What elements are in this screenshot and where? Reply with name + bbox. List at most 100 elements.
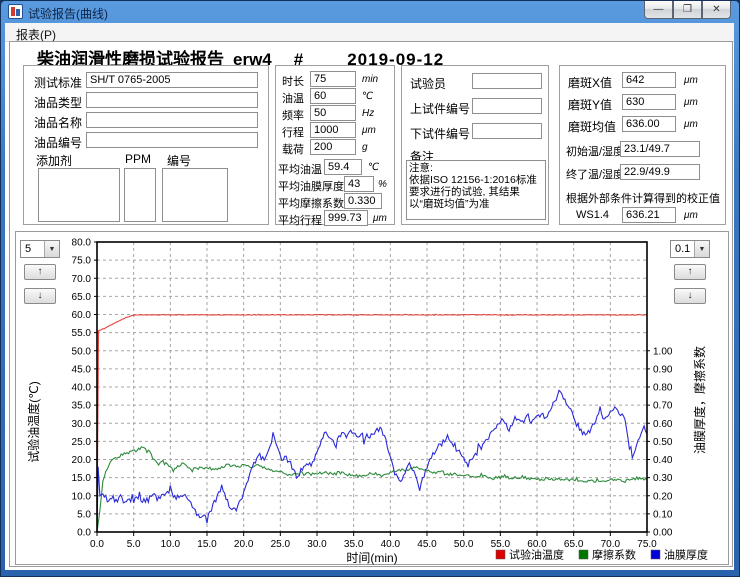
additive-label: 添加剂: [36, 152, 72, 169]
final-env-input[interactable]: [620, 164, 700, 180]
svg-text:75.0: 75.0: [637, 539, 657, 550]
avg-film-label: 平均油膜厚度: [278, 178, 344, 194]
frequency-unit: Hz: [362, 108, 374, 119]
wear-x-input[interactable]: [622, 72, 676, 88]
wear-y-label: 磨斑Y值: [568, 96, 612, 113]
ppm-listbox[interactable]: [124, 168, 156, 222]
final-env-label: 终了温/湿度: [566, 166, 624, 182]
chart: 0.05.010.015.020.025.030.035.040.045.050…: [16, 232, 728, 564]
svg-text:35.0: 35.0: [72, 401, 92, 412]
svg-text:50.0: 50.0: [72, 346, 92, 357]
svg-text:试验油温度: 试验油温度: [509, 548, 564, 562]
svg-text:5.0: 5.0: [127, 539, 141, 550]
load-input[interactable]: [310, 139, 356, 155]
svg-text:摩擦系数: 摩擦系数: [592, 548, 636, 562]
remark-textarea[interactable]: 注意: 依据ISO 12156-1:2016标准要求进行的试验, 其结果以“磨斑…: [406, 160, 546, 220]
oil-number-label: 油品编号: [34, 134, 82, 151]
stroke-label: 行程: [282, 124, 304, 140]
svg-text:35.0: 35.0: [344, 539, 364, 550]
result-box: 磨斑X值 μm 磨斑Y值 μm 磨斑均值 μm 初始温/湿度 终了温/湿度 根据…: [559, 65, 726, 225]
svg-text:40.0: 40.0: [381, 539, 401, 550]
svg-text:0.20: 0.20: [653, 491, 673, 502]
frequency-label: 频率: [282, 107, 304, 123]
wear-x-label: 磨斑X值: [568, 74, 612, 91]
oiltemp-unit: ℃: [362, 91, 373, 102]
app-icon: [8, 4, 23, 19]
right-scale-value: 0.1: [675, 243, 690, 255]
operator-label: 试验员: [410, 75, 446, 92]
oil-name-input[interactable]: [86, 112, 258, 128]
titlebar: 试验报告(曲线) — ❐ ✕: [1, 1, 739, 23]
upper-specimen-input[interactable]: [472, 98, 542, 114]
avg-oiltemp-unit: ℃: [368, 162, 379, 173]
right-axis-down-button[interactable]: ↓: [674, 288, 706, 304]
caption-buttons: — ❐ ✕: [644, 1, 731, 19]
avg-friction-label: 平均摩擦系数: [278, 195, 344, 211]
right-scale-select[interactable]: 0.1 ▼: [670, 240, 710, 258]
close-button[interactable]: ✕: [702, 1, 731, 19]
svg-text:75.0: 75.0: [72, 256, 92, 267]
left-axis-up-button[interactable]: ↑: [24, 264, 56, 280]
avg-friction-input[interactable]: [344, 193, 382, 209]
svg-text:40.0: 40.0: [72, 383, 92, 394]
chart-panel: 0.05.010.015.020.025.030.035.040.045.050…: [15, 231, 729, 565]
svg-text:1.00: 1.00: [653, 346, 673, 357]
duration-label: 时长: [282, 73, 304, 89]
svg-text:60.0: 60.0: [527, 539, 547, 550]
ws-unit: μm: [684, 210, 698, 221]
svg-text:55.0: 55.0: [72, 328, 92, 339]
initial-env-label: 初始温/湿度: [566, 143, 624, 159]
oil-name-label: 油品名称: [34, 114, 82, 131]
right-axis-up-button[interactable]: ↑: [674, 264, 706, 280]
svg-text:10.0: 10.0: [161, 539, 181, 550]
minimize-button[interactable]: —: [644, 1, 673, 19]
window: 试验报告(曲线) — ❐ ✕ 报表(P) 柴油润滑性磨损试验报告 erw4 # …: [0, 0, 740, 577]
test-standard-input[interactable]: [86, 72, 258, 88]
wear-y-unit: μm: [684, 97, 698, 108]
avg-oiltemp-input[interactable]: [324, 159, 362, 175]
avg-film-input[interactable]: [344, 176, 374, 192]
test-standard-label: 测试标准: [34, 74, 82, 91]
svg-text:0.30: 0.30: [653, 473, 673, 484]
oiltemp-label: 油温: [282, 90, 304, 106]
svg-text:65.0: 65.0: [72, 292, 92, 303]
duration-input[interactable]: [310, 71, 356, 87]
svg-text:60.0: 60.0: [72, 310, 92, 321]
lower-specimen-input[interactable]: [472, 123, 542, 139]
svg-text:25.0: 25.0: [72, 437, 92, 448]
oil-type-input[interactable]: [86, 92, 258, 108]
stroke-input[interactable]: [310, 122, 356, 138]
ws-label: WS1.4: [576, 209, 609, 221]
duration-unit: min: [362, 74, 378, 85]
frequency-input[interactable]: [310, 105, 356, 121]
correction-note: 根据外部条件计算得到的校正值: [566, 190, 720, 206]
window-title: 试验报告(曲线): [28, 5, 108, 22]
oil-number-input[interactable]: [86, 132, 258, 148]
chevron-down-icon: ▼: [44, 241, 59, 257]
svg-text:15.0: 15.0: [72, 473, 92, 484]
operator-input[interactable]: [472, 73, 542, 89]
svg-text:时间(min): 时间(min): [346, 551, 397, 565]
additive-listbox[interactable]: [38, 168, 120, 222]
ws-input[interactable]: [622, 207, 676, 223]
additive-number-listbox[interactable]: [162, 168, 228, 222]
left-scale-value: 5: [25, 243, 31, 255]
svg-text:0.00: 0.00: [653, 528, 673, 539]
left-scale-select[interactable]: 5 ▼: [20, 240, 60, 258]
maximize-button[interactable]: ❐: [673, 1, 702, 19]
svg-text:20.0: 20.0: [234, 539, 254, 550]
additive-number-label: 编号: [167, 152, 191, 169]
left-axis-down-button[interactable]: ↓: [24, 288, 56, 304]
wear-y-input[interactable]: [622, 94, 676, 110]
wear-mean-input[interactable]: [622, 116, 676, 132]
svg-text:20.0: 20.0: [72, 455, 92, 466]
params-box: 时长 min 油温 ℃ 频率 Hz 行程 μm 载荷 g 平均油温 ℃ 平均油膜…: [275, 65, 395, 225]
avg-stroke-input[interactable]: [324, 210, 368, 226]
svg-text:25.0: 25.0: [271, 539, 291, 550]
svg-text:0.0: 0.0: [77, 528, 91, 539]
load-label: 载荷: [282, 141, 304, 157]
svg-text:0.0: 0.0: [90, 539, 104, 550]
operator-box: 试验员 上试件编号 下试件编号 备注 注意: 依据ISO 12156-1:201…: [401, 65, 549, 225]
oiltemp-input[interactable]: [310, 88, 356, 104]
initial-env-input[interactable]: [620, 141, 700, 157]
